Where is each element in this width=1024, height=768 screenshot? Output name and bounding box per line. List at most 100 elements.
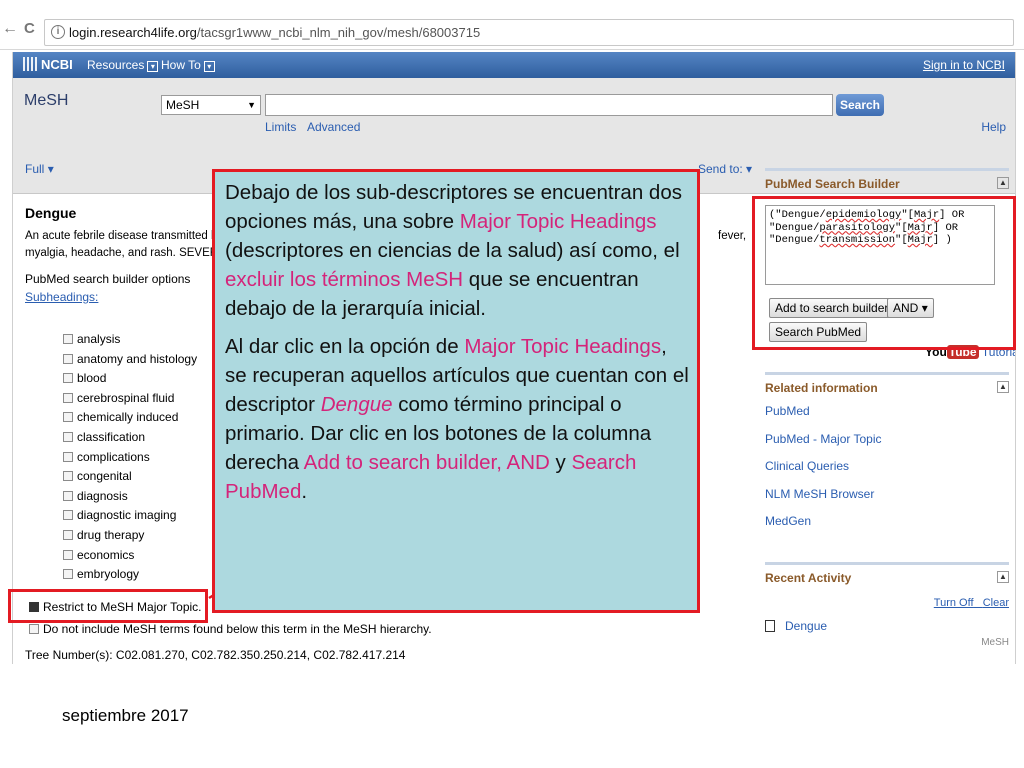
related-information-panel: Related information ▲ PubMed PubMed - Maj… — [765, 372, 1009, 542]
document-icon — [765, 620, 775, 632]
tree-numbers: Tree Number(s): C02.081.270, C02.782.350… — [25, 648, 406, 662]
subheading-option[interactable]: complications — [63, 448, 197, 468]
callout-highlight: Add to search builder, AND — [303, 451, 550, 474]
clear-link[interactable]: Clear — [983, 597, 1009, 609]
subheading-label: complications — [77, 449, 150, 464]
search-button[interactable]: Search — [836, 94, 884, 116]
term-title: Dengue — [25, 205, 77, 221]
display-format-menu[interactable]: Full ▾ — [25, 162, 54, 176]
subheading-option[interactable]: drug therapy — [63, 526, 197, 546]
subheading-option[interactable]: diagnostic imaging — [63, 506, 197, 526]
display-format-label: Full — [25, 162, 45, 176]
database-select[interactable]: MeSH ▼ — [161, 95, 261, 115]
back-icon[interactable]: ← — [2, 20, 18, 38]
ncbi-logo-icon — [23, 57, 37, 71]
subheading-list: analysis anatomy and histology blood cerebr… — [63, 330, 197, 585]
collapse-icon[interactable]: ▲ — [997, 177, 1009, 189]
callout-text: Al dar clic en la opción de — [225, 335, 465, 358]
subheading-label: blood — [77, 371, 107, 386]
reload-icon[interactable]: C — [24, 20, 35, 37]
browser-address-bar: ← C i login.research4life.org/tacsgr1www… — [0, 14, 1024, 50]
related-list: PubMed PubMed - Major Topic Clinical Queri… — [765, 401, 1009, 539]
resources-label: Resources — [87, 58, 145, 72]
limits-link[interactable]: Limits — [265, 120, 296, 134]
subheading-label: classification — [77, 429, 146, 444]
callout-paragraph-1: Debajo de los sub-descriptores se encuen… — [225, 178, 689, 323]
collapse-icon[interactable]: ▲ — [997, 571, 1009, 583]
subheadings-link[interactable]: Subheadings: — [25, 290, 98, 304]
subheading-checkbox[interactable] — [63, 569, 73, 580]
subheading-label: diagnosis — [77, 488, 128, 503]
related-link[interactable]: NLM MeSH Browser — [765, 484, 1009, 512]
search-input[interactable] — [265, 94, 833, 116]
subheading-checkbox[interactable] — [63, 451, 73, 462]
resources-menu[interactable]: Resources ▾ — [87, 58, 159, 72]
info-icon[interactable]: i — [51, 25, 65, 39]
exclude-below-option[interactable]: Do not include MeSH terms found below th… — [29, 622, 432, 636]
recent-actions: Turn Off Clear — [934, 597, 1009, 609]
subheading-option[interactable]: classification — [63, 428, 197, 448]
chevron-down-icon: ▾ — [203, 61, 215, 72]
exclude-below-label: Do not include MeSH terms found below th… — [43, 622, 432, 636]
annotation-callout: Debajo de los sub-descriptores se encuen… — [212, 169, 700, 613]
callout-highlight: excluir los términos MeSH — [225, 268, 464, 291]
subheading-option[interactable]: congenital — [63, 467, 197, 487]
ncbi-logo[interactable]: NCBI — [23, 57, 73, 72]
subheading-label: chemically induced — [77, 410, 179, 425]
related-link[interactable]: PubMed - Major Topic — [765, 429, 1009, 457]
subheading-option[interactable]: cerebrospinal fluid — [63, 389, 197, 409]
subheading-option[interactable]: chemically induced — [63, 408, 197, 428]
subheading-label: embryology — [77, 567, 140, 582]
related-title: Related information — [765, 381, 878, 395]
subheading-checkbox[interactable] — [63, 412, 73, 423]
footer-date: septiembre 2017 — [62, 706, 189, 725]
subheading-checkbox[interactable] — [63, 510, 73, 521]
callout-paragraph-2: Al dar clic en la opción de Major Topic … — [225, 332, 689, 506]
howto-menu[interactable]: How To ▾ — [161, 58, 215, 72]
subheading-option[interactable]: anatomy and histology — [63, 350, 197, 370]
subheading-checkbox[interactable] — [63, 490, 73, 501]
subheading-option[interactable]: embryology — [63, 565, 197, 585]
builder-highlight-box — [752, 196, 1016, 350]
send-to-label: Send to: — [698, 162, 743, 176]
subheading-checkbox[interactable] — [63, 529, 73, 540]
callout-emphasis: Dengue — [320, 393, 393, 416]
callout-text: . — [301, 480, 308, 503]
subheading-label: congenital — [77, 469, 132, 484]
recent-title: Recent Activity — [765, 571, 852, 585]
subheading-checkbox[interactable] — [63, 549, 73, 560]
subheading-label: economics — [77, 547, 135, 562]
subheading-option[interactable]: blood — [63, 369, 197, 389]
subheading-label: cerebrospinal fluid — [77, 390, 175, 405]
chevron-down-icon: ▾ — [147, 61, 159, 72]
subheading-label: diagnostic imaging — [77, 508, 177, 523]
subheading-checkbox[interactable] — [63, 431, 73, 442]
recent-item-db: MeSH — [981, 637, 1009, 648]
subheading-checkbox[interactable] — [63, 392, 73, 403]
recent-activity-panel: Recent Activity ▲ Turn Off Clear Dengue … — [765, 562, 1009, 664]
exclude-below-checkbox[interactable] — [29, 624, 39, 634]
signin-link[interactable]: Sign in to NCBI — [923, 58, 1005, 72]
related-link[interactable]: PubMed — [765, 401, 1009, 429]
related-link[interactable]: Clinical Queries — [765, 456, 1009, 484]
subheading-option[interactable]: analysis — [63, 330, 197, 350]
url-field[interactable]: i login.research4life.org/tacsgr1www_ncb… — [44, 19, 1014, 46]
builder-title: PubMed Search Builder — [765, 177, 900, 191]
subheading-checkbox[interactable] — [63, 334, 73, 344]
subheading-checkbox[interactable] — [63, 353, 73, 364]
help-link[interactable]: Help — [981, 120, 1006, 134]
definition-tail: fever, — [718, 230, 747, 242]
turn-off-link[interactable]: Turn Off — [934, 597, 974, 609]
database-select-value: MeSH — [166, 98, 200, 112]
subheading-checkbox[interactable] — [63, 471, 73, 482]
collapse-icon[interactable]: ▲ — [997, 381, 1009, 393]
chevron-down-icon: ▾ — [746, 162, 753, 176]
subheading-option[interactable]: diagnosis — [63, 487, 197, 507]
subheading-checkbox[interactable] — [63, 373, 73, 384]
advanced-link[interactable]: Advanced — [307, 120, 360, 134]
related-link[interactable]: MedGen — [765, 511, 1009, 539]
subheading-label: analysis — [77, 332, 121, 346]
send-to-menu[interactable]: Send to: ▾ — [698, 162, 752, 176]
recent-item[interactable]: Dengue — [765, 619, 827, 633]
subheading-option[interactable]: economics — [63, 546, 197, 566]
